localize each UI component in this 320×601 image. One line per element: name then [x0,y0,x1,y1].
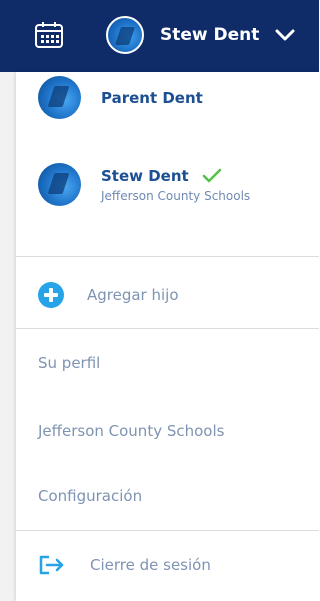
chevron-down-icon [275,29,295,41]
user-dropdown-menu: Parent Dent Stew Dent Jefferson County S… [16,72,319,601]
add-child-button[interactable]: Agregar hijo [38,282,179,308]
divider [16,256,319,257]
logout-label: Cierre de sesión [90,556,211,574]
divider [16,530,319,531]
avatar [106,16,144,54]
profile-name: Parent Dent [101,88,203,107]
current-user-name: Stew Dent [160,25,260,45]
divider [16,328,319,329]
app-page: Stew Dent Parent Dent Stew Dent Jefferso… [0,0,319,601]
menu-item-settings[interactable]: Configuración [38,487,142,505]
top-bar: Stew Dent [0,0,319,72]
menu-item-school[interactable]: Jefferson County Schools [38,422,224,440]
avatar [38,75,81,119]
profile-school: Jefferson County Schools [101,188,251,203]
menu-item-profile[interactable]: Su perfil [38,354,100,372]
logout-button[interactable]: Cierre de sesión [38,554,211,576]
user-menu-toggle[interactable]: Stew Dent [106,14,295,56]
add-child-label: Agregar hijo [87,286,179,304]
profile-name: Stew Dent [101,166,189,185]
logout-icon [39,555,64,575]
background-strip [0,72,16,601]
calendar-button[interactable] [34,21,64,49]
check-icon [202,168,222,183]
calendar-icon [35,22,63,48]
avatar [38,162,81,206]
plus-circle-icon [38,282,64,308]
